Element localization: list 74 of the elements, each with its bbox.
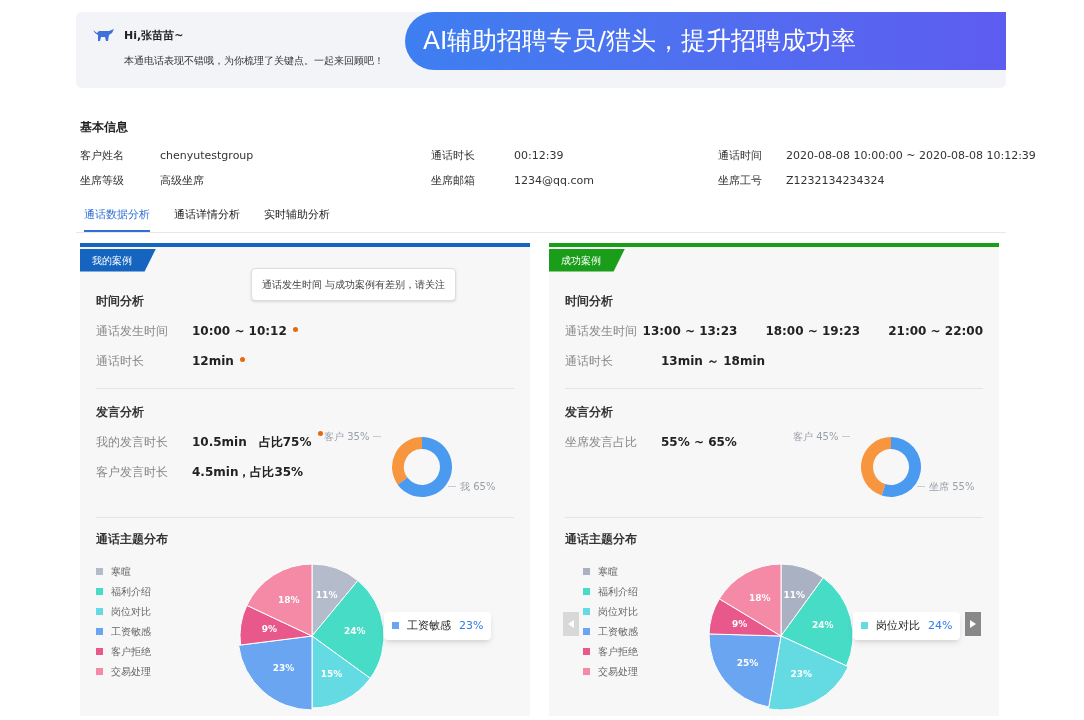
tooltip-label: 岗位对比 — [876, 617, 920, 634]
legend-label: 岗位对比 — [598, 604, 638, 619]
legend-label: 福利介绍 — [111, 584, 151, 599]
info-value: Z1232134234324 — [786, 172, 886, 189]
slice-value-label: 25% — [736, 657, 759, 668]
info-value: 1234@qq.com — [514, 172, 595, 189]
row-value: 4.5min，占比35% — [192, 463, 304, 481]
tab[interactable]: 实时辅助分析 — [264, 207, 330, 232]
info-value: chenyutestgroup — [160, 148, 255, 164]
greeting-text: Hi,张苗苗~ — [124, 28, 185, 44]
legend-label: 交易处理 — [598, 664, 638, 679]
slice-value-label: 18% — [749, 592, 771, 603]
summary-text: 本通电话表现不错哦，为你梳理了关键点。一起来回顾吧！ — [124, 53, 384, 68]
row-value: 12min — [192, 352, 234, 370]
hint-tooltip: 通话发生时间 与成功案例有差别，请关注 — [251, 267, 457, 301]
tooltip-value: 24% — [928, 617, 953, 634]
legend-label: 工资敏感 — [598, 624, 638, 639]
slice-value-label: 23% — [272, 662, 295, 673]
row-value: 10.5min 占比75% — [192, 433, 312, 451]
section-title: 通话主题分布 — [565, 530, 638, 548]
info-value: 00:12:39 — [514, 148, 565, 164]
row-label: 通话时长 — [565, 352, 614, 370]
row-label: 客户发言时长 — [96, 463, 169, 481]
row-value: 10:00 ~ 10:12 — [192, 322, 287, 340]
promo-banner: AI辅助招聘专员/猎头，提升招聘成功率 — [405, 12, 1006, 70]
slice-label: 客户 45% — [793, 429, 839, 444]
tab[interactable]: 通话详情分析 — [174, 207, 240, 232]
info-value: 高级坐席 — [160, 172, 205, 189]
row-value: 55% ~ 65% — [661, 433, 737, 451]
legend-label: 客户拒绝 — [598, 644, 638, 659]
info-label: 坐席工号 — [718, 172, 763, 189]
section-title: 发言分析 — [565, 403, 614, 421]
row-value: 13:00 ~ 13:23 — [642, 322, 738, 340]
row-label: 通话时长 — [96, 352, 145, 370]
tab[interactable]: 通话数据分析 — [84, 207, 150, 232]
section-title: 发言分析 — [96, 403, 145, 421]
slice-value-label: 24% — [344, 625, 366, 636]
info-value: 2020-08-08 10:00:00 ~ 2020-08-08 10:12:39 — [786, 148, 1036, 164]
info-label: 坐席等级 — [80, 172, 125, 189]
legend-label: 客户拒绝 — [111, 644, 151, 659]
slice-value-label: 11% — [783, 589, 806, 600]
info-label: 坐席邮箱 — [431, 172, 476, 189]
row-label: 我的发言时长 — [96, 433, 169, 451]
slice-value-label: 23% — [790, 668, 812, 679]
slice-value-label: 24% — [812, 619, 834, 630]
row-value: 13min ～ 18min — [661, 352, 766, 370]
tooltip-label: 工资敏感 — [407, 617, 451, 634]
row-value: 21:00 ~ 22:00 — [888, 322, 983, 340]
tooltip-value: 23% — [459, 617, 484, 634]
slice-label: 我 65% — [460, 479, 496, 494]
slice-value-label: 15% — [320, 669, 343, 679]
slice-value-label: 18% — [278, 594, 300, 605]
legend-label: 交易处理 — [111, 664, 151, 679]
legend-label: 工资敏感 — [111, 624, 151, 639]
legend-label: 岗位对比 — [111, 604, 151, 619]
legend-label: 福利介绍 — [598, 584, 638, 599]
legend-label: 寒暄 — [111, 564, 131, 579]
row-value: 18:00 ~ 19:23 — [765, 322, 861, 340]
info-label: 通话时长 — [431, 148, 476, 164]
info-label: 通话时间 — [718, 148, 763, 164]
row-label: 坐席发言占比 — [565, 433, 638, 451]
section-title: 时间分析 — [565, 292, 614, 310]
section-title: 通话主题分布 — [96, 530, 169, 548]
section-title: 时间分析 — [96, 292, 145, 310]
slice-value-label: 9% — [731, 618, 748, 629]
slice-label: 客户 35% — [324, 429, 370, 444]
slice-label: 坐席 55% — [929, 479, 975, 494]
row-label: 通话发生时间 — [96, 322, 169, 340]
row-label: 通话发生时间 — [565, 322, 638, 340]
info-label: 客户姓名 — [80, 148, 125, 164]
slice-value-label: 11% — [315, 589, 338, 600]
slice-value-label: 9% — [261, 623, 277, 634]
section-heading: 基本信息 — [79, 119, 129, 136]
legend-label: 寒暄 — [598, 564, 618, 579]
